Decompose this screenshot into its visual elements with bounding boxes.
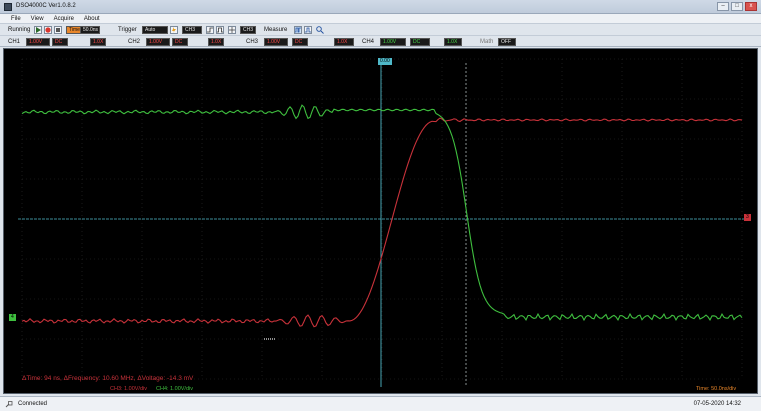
trigger-mode-select[interactable]: Auto <box>142 26 168 34</box>
ch4-level-marker[interactable]: 4 <box>9 314 16 321</box>
menu-acquire[interactable]: Acquire <box>49 14 79 23</box>
math-select[interactable]: OFF <box>498 38 516 46</box>
pulse-icon[interactable] <box>216 26 224 34</box>
trigger-position-marker[interactable]: 0.00 <box>378 58 392 65</box>
ch2-coupling[interactable]: DC <box>172 38 188 46</box>
ch3-level-marker[interactable]: 3 <box>744 214 751 221</box>
ch2-label: CH2 <box>128 39 141 45</box>
single-icon[interactable] <box>54 26 62 34</box>
rising-edge-icon[interactable] <box>206 26 214 34</box>
status-bar: Connected 07-05-2020 14:32 <box>0 396 761 411</box>
menu-file[interactable]: File <box>6 14 26 23</box>
menu-bar: File View Acquire About <box>0 14 761 24</box>
time-field[interactable]: 50.0ns <box>80 26 100 34</box>
trigger-label: Trigger <box>118 27 137 33</box>
measure-pulse-icon[interactable] <box>294 26 302 34</box>
close-button[interactable]: x <box>745 2 757 11</box>
ch3-scale: CH3: 1.00V/div <box>110 386 147 392</box>
window-title: DSO4000C Ver1.0.8.2 <box>16 3 76 9</box>
ch3-volts[interactable]: 1.00V <box>264 38 288 46</box>
play-icon[interactable] <box>34 26 42 34</box>
date-time: 07-05-2020 14:32 <box>693 401 741 407</box>
trigger-source-select[interactable]: CH3 <box>182 26 202 34</box>
connection-icon <box>5 401 13 408</box>
menu-view[interactable]: View <box>26 14 49 23</box>
stop-icon[interactable] <box>44 26 52 34</box>
ch2-probe[interactable]: 1.0X <box>208 38 224 46</box>
ch1-probe[interactable]: 1.0X <box>90 38 106 46</box>
maximize-button[interactable]: □ <box>731 2 743 11</box>
ch1-label: CH1 <box>8 39 21 45</box>
ch2-volts[interactable]: 1.00V <box>146 38 170 46</box>
ch4-scale: CH4: 1.00V/div <box>156 386 193 392</box>
waveform-canvas <box>18 58 746 387</box>
scope-display[interactable]: 0.00 3 4 ΔTime: 94 ns, ΔFrequency: 10.60… <box>3 48 758 394</box>
measurement-readout: ΔTime: 94 ns, ΔFrequency: 10.60 MHz, ΔVo… <box>22 375 194 382</box>
acquisition-toolbar: Running Time 50.0ns Trigger Auto CH3 CH3… <box>0 24 761 36</box>
measure-period-icon[interactable] <box>304 26 312 34</box>
ch3-coupling[interactable]: DC <box>292 38 308 46</box>
ch1-coupling[interactable]: DC <box>52 38 68 46</box>
cursor-channel-select[interactable]: CH3 <box>240 26 256 34</box>
title-bar: DSO4000C Ver1.0.8.2 – □ x <box>0 0 761 14</box>
ch1-volts[interactable]: 1.00V <box>26 38 50 46</box>
trigger-force-icon[interactable] <box>170 26 178 34</box>
run-status: Running <box>8 27 31 33</box>
measure-label: Measure <box>264 27 288 33</box>
ch4-volts[interactable]: 1.00V <box>380 38 406 46</box>
ch3-probe[interactable]: 1.0X <box>334 38 354 46</box>
connection-status: Connected <box>18 401 48 407</box>
measure-settings-icon[interactable] <box>316 26 324 34</box>
ch3-label: CH3 <box>246 39 259 45</box>
minimize-button[interactable]: – <box>717 2 729 11</box>
app-icon <box>4 3 12 11</box>
oscilloscope-app: DSO4000C Ver1.0.8.2 – □ x File View Acqu… <box>0 0 761 411</box>
ch4-probe[interactable]: 1.0X <box>444 38 462 46</box>
window-controls: – □ x <box>717 2 757 11</box>
channel-toolbar: CH1 1.00V DC 1.0X CH2 1.00V DC 1.0X CH3 … <box>0 37 761 47</box>
timebase-readout: Time: 50.0ns/div <box>696 386 737 392</box>
math-label: Math <box>480 39 494 45</box>
ch4-label: CH4 <box>362 39 375 45</box>
cursor-icon[interactable] <box>228 26 236 34</box>
menu-about[interactable]: About <box>79 14 105 23</box>
ch4-coupling[interactable]: DC <box>410 38 430 46</box>
